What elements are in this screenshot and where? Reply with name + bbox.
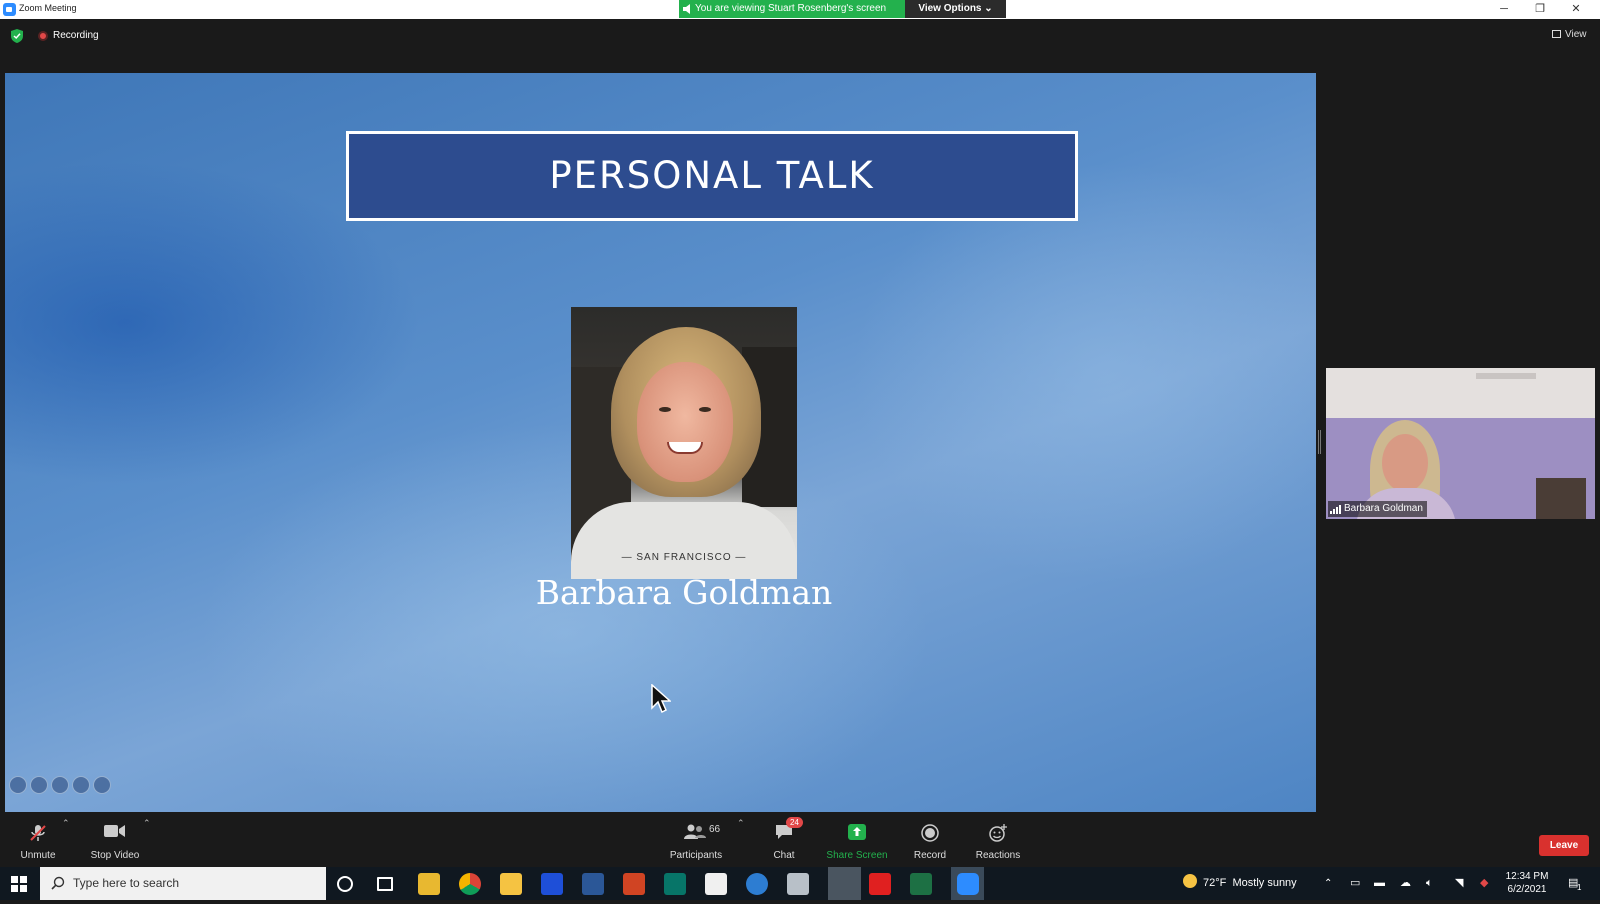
zoom-app-icon xyxy=(3,3,16,16)
slides-grid-icon[interactable] xyxy=(51,776,69,794)
screen-share-banner-text: You are viewing Stuart Rosenberg's scree… xyxy=(695,3,887,14)
participants-button[interactable]: 66 Participants xyxy=(668,812,724,867)
leave-meeting-button[interactable]: Leave xyxy=(1539,835,1589,856)
audio-options-caret[interactable]: ⌃ xyxy=(62,818,70,829)
wifi-icon[interactable]: ◥ xyxy=(1455,867,1463,900)
excel-icon[interactable] xyxy=(910,873,932,895)
pen-icon[interactable] xyxy=(30,776,48,794)
restore-button[interactable]: ❐ xyxy=(1522,0,1558,19)
share-screen-button[interactable]: Share Screen xyxy=(826,812,888,867)
weather-text: Mostly sunny xyxy=(1232,877,1297,889)
system-clock[interactable]: 12:34 PM 6/2/2021 xyxy=(1502,870,1552,896)
word-icon[interactable] xyxy=(582,873,604,895)
unmute-button[interactable]: Unmute xyxy=(14,812,62,867)
taskbar-search-input[interactable]: Type here to search xyxy=(40,867,326,900)
volume-icon[interactable]: 🔈︎ xyxy=(1426,867,1433,900)
explorer-icon[interactable] xyxy=(828,867,861,900)
speaker-icon xyxy=(683,4,690,14)
weather-widget[interactable]: 72°F Mostly sunny xyxy=(1183,867,1297,900)
shirt-text: — SAN FRANCISCO — xyxy=(621,552,747,563)
slide-title: PERSONAL TALK xyxy=(549,154,875,197)
shared-screen[interactable]: PERSONAL TALK — SAN FRANCISCO — Barbara … xyxy=(5,73,1316,812)
cortana-icon[interactable] xyxy=(337,876,353,892)
malwarebytes-icon[interactable] xyxy=(541,873,563,895)
slide-speaker-name: Barbara Goldman xyxy=(535,573,833,612)
mouse-cursor-icon xyxy=(651,684,671,714)
recording-label: Recording xyxy=(53,30,99,41)
window-titlebar: Zoom Meeting You are viewing Stuart Rose… xyxy=(0,0,1600,19)
reactions-button[interactable]: Reactions xyxy=(974,812,1022,867)
slideshow-controls xyxy=(9,776,114,794)
onedrive-icon[interactable]: ☁ xyxy=(1400,867,1411,900)
recording-icon xyxy=(38,31,48,41)
share-screen-icon xyxy=(848,824,866,840)
emoji-reactions-icon xyxy=(989,824,1007,842)
more-options-icon[interactable] xyxy=(72,776,90,794)
ceiling-fan xyxy=(1476,373,1536,379)
share-screen-label: Share Screen xyxy=(826,850,888,861)
outlook-icon[interactable] xyxy=(418,873,440,895)
next-slide-icon[interactable] xyxy=(93,776,111,794)
unmute-label: Unmute xyxy=(20,850,56,861)
participant-name-tag: Barbara Goldman xyxy=(1328,501,1427,517)
video-camera-icon xyxy=(104,825,125,837)
solitaire-icon[interactable] xyxy=(705,873,727,895)
stop-video-label: Stop Video xyxy=(90,850,140,861)
minimize-button[interactable]: ─ xyxy=(1486,0,1522,19)
battery-icon[interactable]: ▬ xyxy=(1374,867,1385,900)
view-options-button[interactable]: View Options ⌄ xyxy=(905,0,1006,18)
signal-strength-icon xyxy=(1330,505,1341,514)
record-label: Record xyxy=(913,850,947,861)
weather-temp: 72°F xyxy=(1203,877,1227,889)
windows-start-icon[interactable] xyxy=(11,876,27,892)
screen-share-banner: You are viewing Stuart Rosenberg's scree… xyxy=(679,0,905,18)
window-title: Zoom Meeting xyxy=(19,3,77,13)
file-explorer-icon[interactable] xyxy=(500,873,522,895)
chrome-icon[interactable] xyxy=(459,873,481,895)
task-view-icon[interactable] xyxy=(377,877,393,891)
grid-icon xyxy=(1552,30,1561,38)
chat-unread-badge: 24 xyxy=(786,817,803,828)
chat-label: Chat xyxy=(773,850,795,861)
participants-label: Participants xyxy=(669,850,723,861)
muted-microphone-icon xyxy=(30,825,46,841)
sun-icon xyxy=(1183,874,1197,888)
security-shield-icon[interactable] xyxy=(11,29,23,43)
record-icon xyxy=(921,824,939,842)
show-hidden-icons[interactable]: ⌃ xyxy=(1324,867,1332,900)
record-button[interactable]: Record xyxy=(910,812,950,867)
meeting-top-bar: Recording View xyxy=(0,19,1600,73)
publisher-icon[interactable] xyxy=(664,873,686,895)
stop-video-button[interactable]: Stop Video xyxy=(88,812,142,867)
zoom-taskbar-icon[interactable] xyxy=(951,867,984,900)
notification-count: 1 xyxy=(1577,883,1582,892)
search-icon xyxy=(51,876,65,890)
participants-icon xyxy=(684,824,706,839)
video-options-caret[interactable]: ⌃ xyxy=(143,818,151,829)
participants-options-caret[interactable]: ⌃ xyxy=(737,818,745,829)
clock-date: 6/2/2021 xyxy=(1507,884,1547,895)
printer-icon[interactable] xyxy=(787,873,809,895)
view-layout-button[interactable]: View xyxy=(1552,29,1587,40)
chat-button[interactable]: 24 Chat xyxy=(770,812,803,867)
acrobat-icon[interactable] xyxy=(869,873,891,895)
panel-resize-handle[interactable] xyxy=(1318,430,1321,454)
meet-now-icon[interactable]: ▭ xyxy=(1350,867,1362,900)
clock-time: 12:34 PM xyxy=(1505,871,1549,882)
search-placeholder: Type here to search xyxy=(73,876,180,890)
participant-video-tile[interactable]: Barbara Goldman xyxy=(1326,368,1595,519)
view-layout-label: View xyxy=(1565,29,1587,40)
meeting-toolbar: Unmute ⌃ Stop Video ⌃ 66 Participants ⌃ … xyxy=(0,812,1600,867)
notifications-icon[interactable]: ▤ 1 xyxy=(1568,867,1586,900)
reactions-label: Reactions xyxy=(975,850,1021,861)
powerpoint-icon[interactable] xyxy=(623,873,645,895)
dropbox-icon[interactable]: ◆ xyxy=(1480,867,1488,900)
slide-title-box: PERSONAL TALK xyxy=(346,131,1078,221)
camera-icon[interactable] xyxy=(746,873,768,895)
close-button[interactable]: ✕ xyxy=(1558,0,1594,19)
previous-slide-icon[interactable] xyxy=(9,776,27,794)
participants-count: 66 xyxy=(709,824,721,835)
windows-taskbar: Type here to search 72°F Mostly sunny ⌃ … xyxy=(0,867,1600,900)
speaker-photo: — SAN FRANCISCO — xyxy=(571,307,797,579)
